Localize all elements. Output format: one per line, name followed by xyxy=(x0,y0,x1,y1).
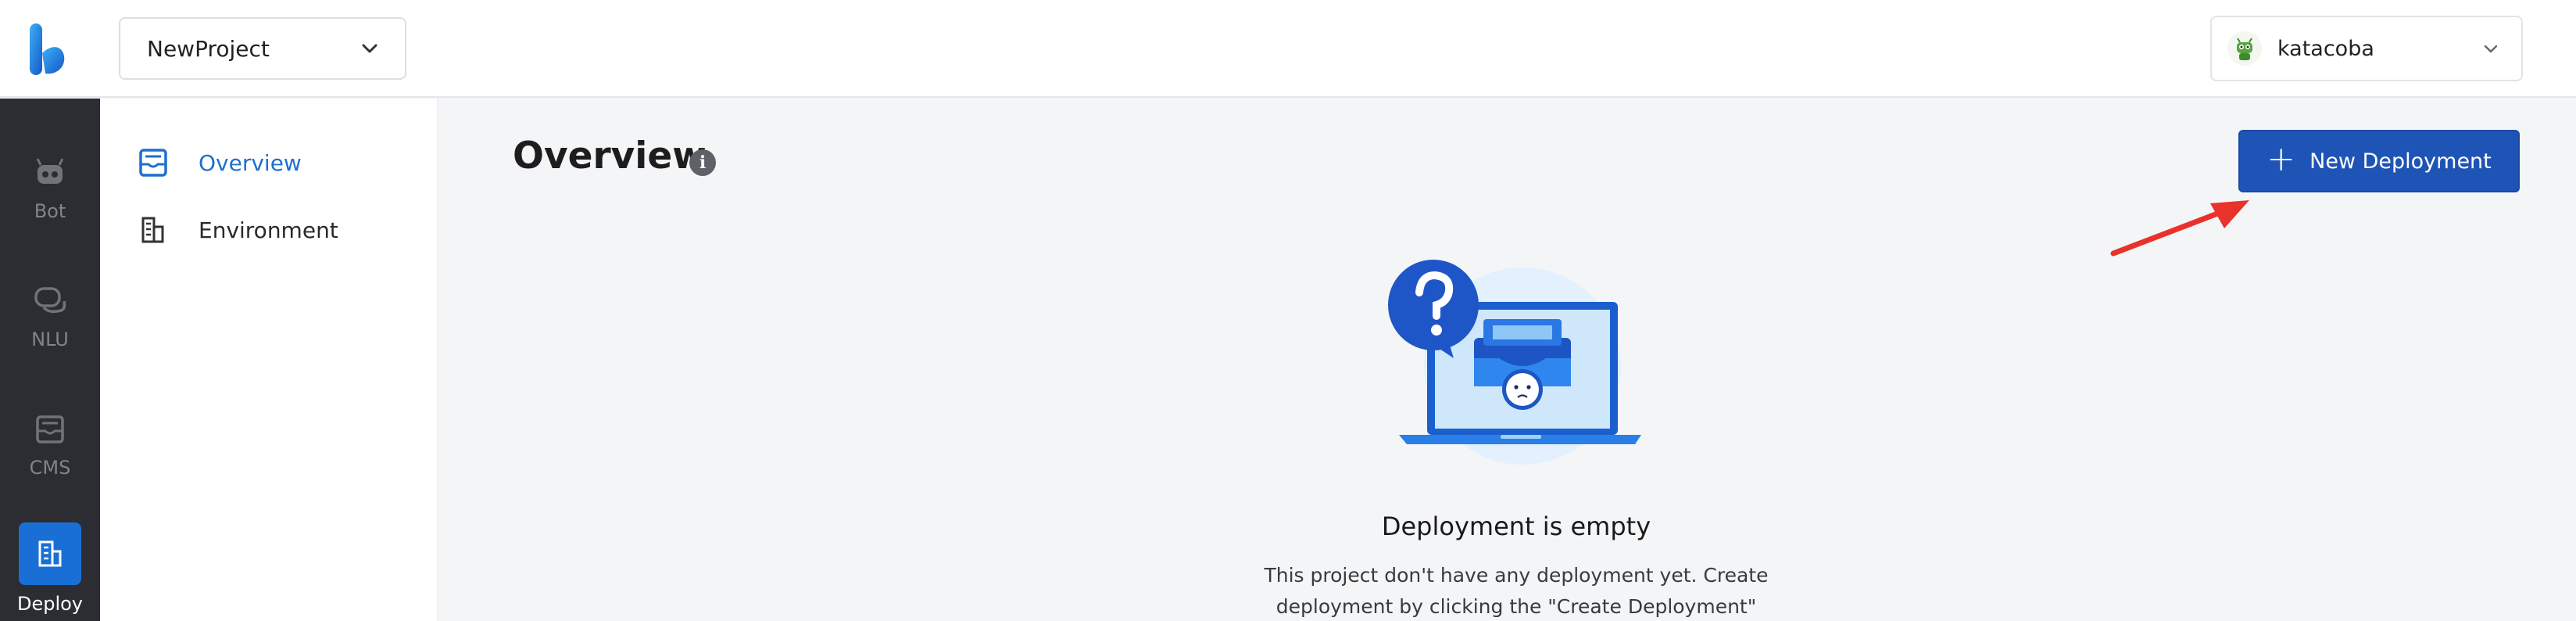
robot-avatar-icon xyxy=(2237,38,2252,60)
rail-item-bot[interactable]: Bot xyxy=(0,155,100,222)
plus-icon: + xyxy=(2267,139,2296,179)
rail-label: Deploy xyxy=(16,593,84,615)
new-deployment-label: New Deployment xyxy=(2309,149,2492,174)
sidebar-item-label: Environment xyxy=(199,217,338,243)
info-icon[interactable]: i xyxy=(689,149,716,176)
chevron-down-icon xyxy=(362,44,377,53)
rail-label: CMS xyxy=(29,457,71,479)
empty-desc-line: deployment by clicking the "Create Deplo… xyxy=(1275,595,1757,618)
sidebar-item-overview[interactable]: Overview xyxy=(138,139,302,186)
empty-state-description: This project don't have any deployment y… xyxy=(1204,560,1829,621)
inbox-tray-icon xyxy=(32,411,68,447)
rail-label: NLU xyxy=(31,328,69,350)
building-icon xyxy=(19,522,81,585)
inbox-tray-icon xyxy=(138,147,169,178)
chat-bubbles-icon xyxy=(32,283,68,319)
empty-state-illustration xyxy=(1388,260,1641,465)
empty-desc-line: This project don't have any deployment y… xyxy=(1264,564,1769,587)
project-selector[interactable]: NewProject xyxy=(119,17,406,80)
rail-item-cms[interactable]: CMS xyxy=(0,411,100,479)
project-name: NewProject xyxy=(147,35,270,62)
top-bar: NewProject katacoba xyxy=(0,0,2576,98)
sidebar-item-environment[interactable]: Environment xyxy=(138,206,338,253)
chevron-down-icon xyxy=(2484,45,2498,53)
page-title: Overview xyxy=(513,135,707,178)
rail-label: Bot xyxy=(34,200,66,222)
user-menu[interactable]: katacoba xyxy=(2210,16,2523,81)
annotation-arrow xyxy=(2110,200,2249,257)
rail-item-deploy[interactable]: Deploy xyxy=(0,522,100,615)
new-deployment-button[interactable]: + New Deployment xyxy=(2238,130,2520,192)
deploy-sidebar: Overview Environment xyxy=(100,99,438,621)
building-icon xyxy=(138,214,169,246)
rail-item-nlu[interactable]: NLU xyxy=(0,283,100,350)
username: katacoba xyxy=(2277,36,2374,61)
sidebar-item-label: Overview xyxy=(199,149,302,176)
kata-logo[interactable] xyxy=(28,22,69,77)
empty-state-title: Deployment is empty xyxy=(1381,512,1651,541)
main-rail: Bot NLU CMS Deploy xyxy=(0,99,100,621)
robot-icon xyxy=(32,155,68,191)
avatar xyxy=(2227,31,2262,66)
